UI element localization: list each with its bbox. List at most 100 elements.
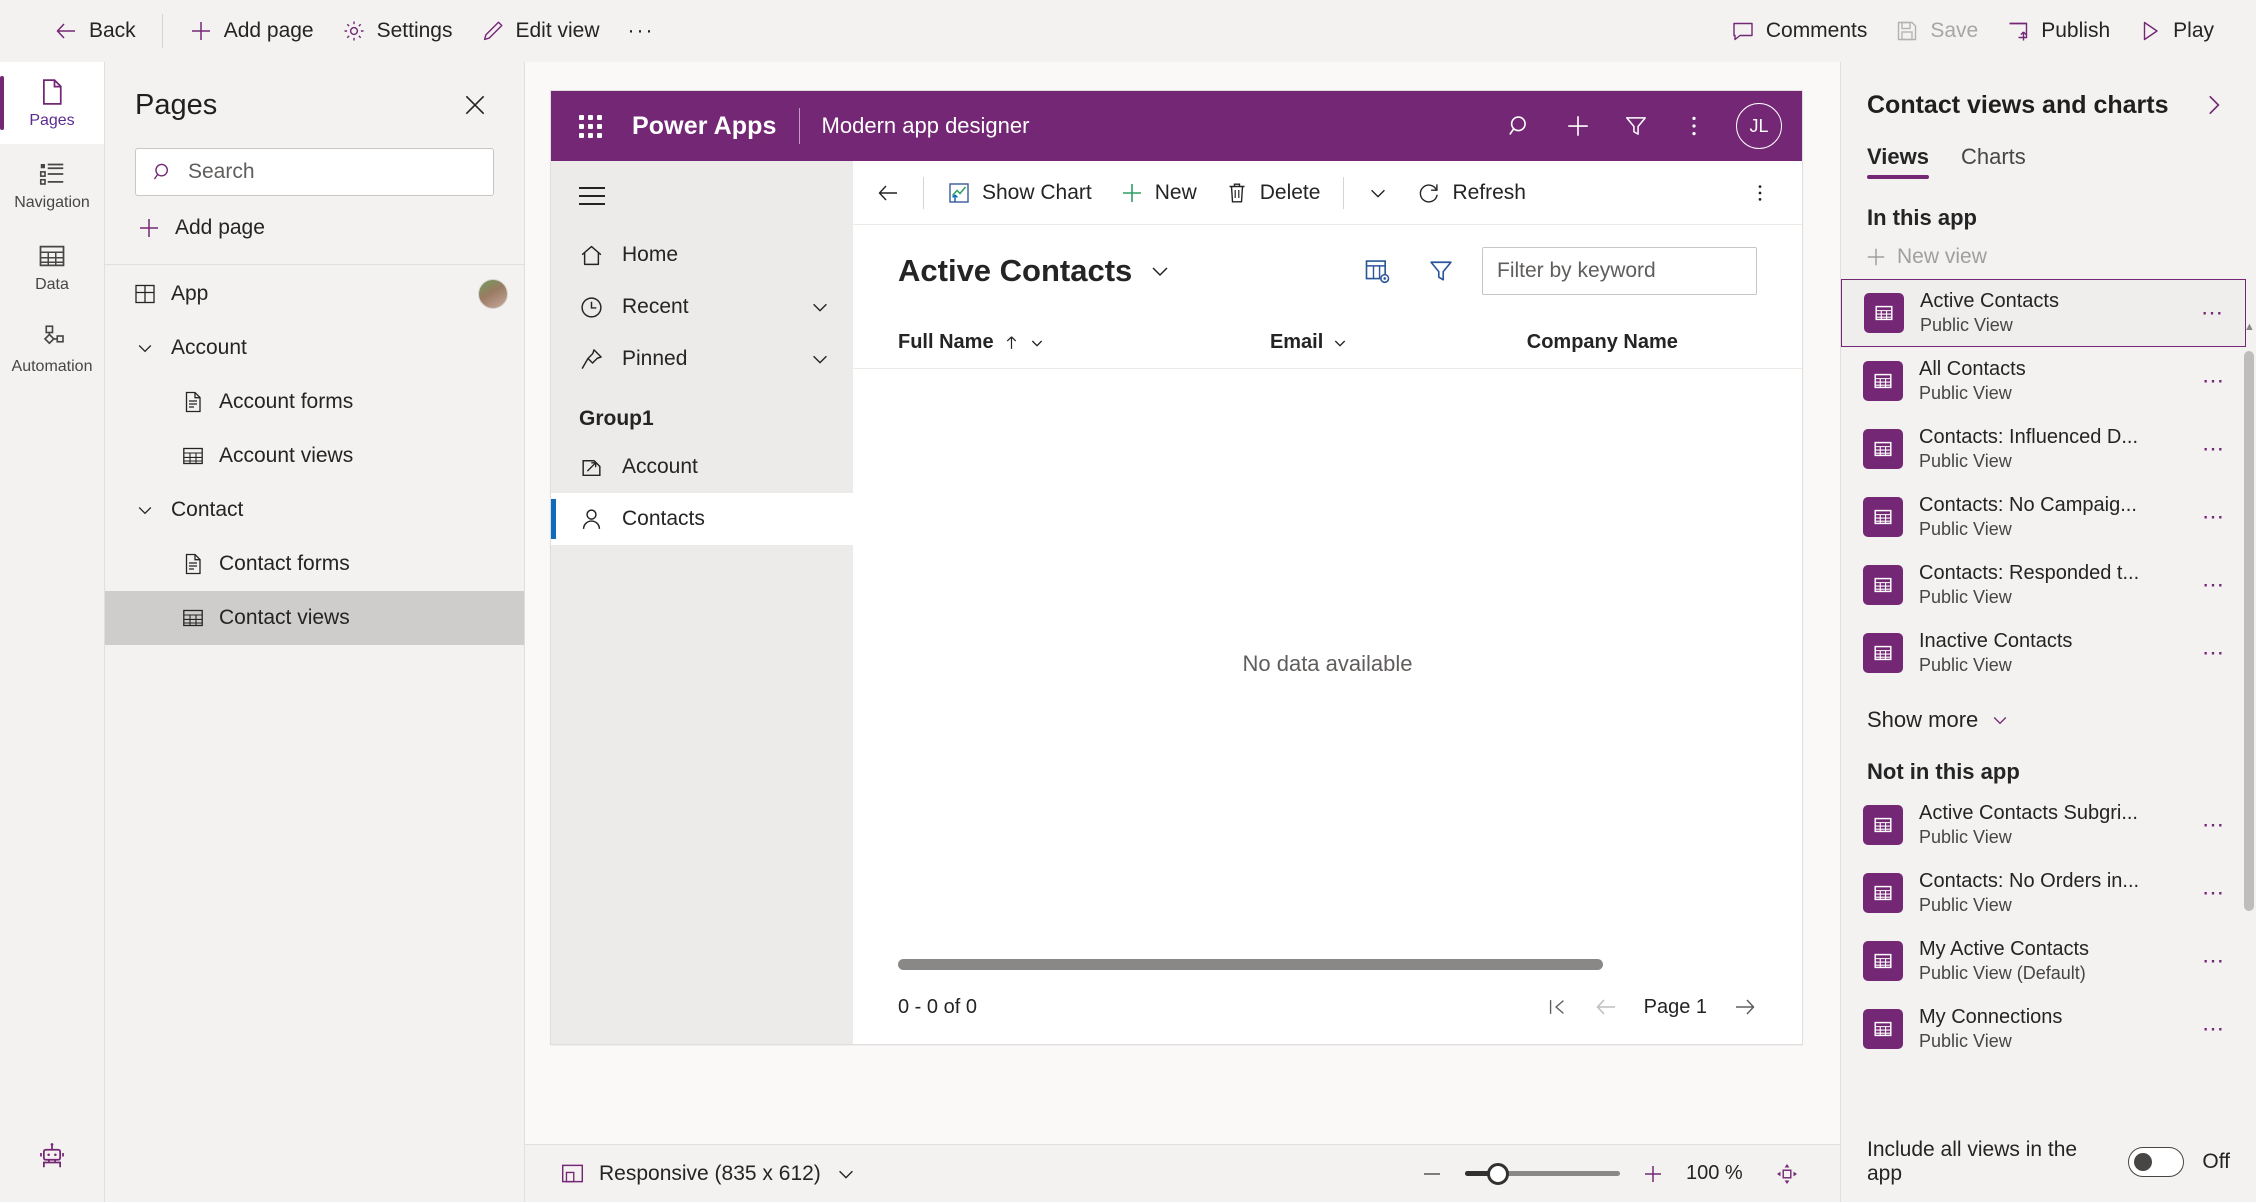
new-view-button[interactable]: New view (1841, 237, 2256, 279)
publish-button[interactable]: Publish (1992, 10, 2124, 52)
refresh-button[interactable]: Refresh (1404, 173, 1539, 213)
nav-item-recent[interactable]: Recent (551, 281, 853, 333)
next-page-icon[interactable] (1733, 995, 1757, 1019)
user-avatar[interactable]: JL (1736, 103, 1782, 149)
first-page-icon[interactable] (1546, 996, 1568, 1018)
column-header-company-name[interactable]: Company Name (1527, 331, 1757, 354)
view-item-more-icon[interactable]: ⋯ (2196, 436, 2232, 462)
tab-charts[interactable]: Charts (1961, 144, 2026, 179)
view-list-item-active-contacts-subgrid[interactable]: Active Contacts Subgri... Public View ⋯ (1841, 791, 2246, 859)
tab-views[interactable]: Views (1867, 144, 1929, 179)
more-commands-button[interactable]: ··· (614, 10, 669, 52)
tree-item-contact-forms[interactable]: Contact forms (105, 537, 524, 591)
view-list-item-active-contacts[interactable]: Active Contacts Public View ⋯ (1841, 279, 2246, 347)
view-list-item-contacts-no-orders[interactable]: Contacts: No Orders in... Public View ⋯ (1841, 859, 2246, 927)
view-list-item-contacts-responded[interactable]: Contacts: Responded t... Public View ⋯ (1841, 551, 2246, 619)
pages-add-page-button[interactable]: Add page (131, 206, 494, 250)
tree-item-app[interactable]: App (105, 267, 524, 321)
view-list-item-all-contacts[interactable]: All Contacts Public View ⋯ (1841, 347, 2246, 415)
view-list-item-my-active-contacts[interactable]: My Active Contacts Public View (Default)… (1841, 927, 2246, 995)
scroll-up-arrow-icon[interactable]: ▲ (2244, 321, 2255, 333)
grid-icon (181, 444, 205, 468)
view-item-more-icon[interactable]: ⋯ (2195, 300, 2231, 326)
filter-keyword-input[interactable] (1497, 259, 1742, 283)
column-header-full-name[interactable]: Full Name (898, 331, 1270, 354)
view-selector-chevron-down-icon[interactable] (1148, 259, 1172, 283)
nav-item-account[interactable]: Account (551, 441, 853, 493)
rail-item-navigation[interactable]: Navigation (0, 144, 104, 226)
grid-back-button[interactable] (863, 173, 913, 213)
view-item-more-icon[interactable]: ⋯ (2196, 640, 2232, 666)
header-more-icon[interactable] (1668, 100, 1720, 152)
comments-button[interactable]: Comments (1717, 10, 1882, 52)
view-list-item-inactive-contacts[interactable]: Inactive Contacts Public View ⋯ (1841, 619, 2246, 687)
tree-item-account-views[interactable]: Account views (105, 429, 524, 483)
show-chart-button[interactable]: Show Chart (934, 173, 1105, 213)
new-button[interactable]: New (1107, 173, 1210, 213)
zoom-slider-knob[interactable] (1487, 1162, 1509, 1185)
close-icon[interactable] (456, 86, 494, 124)
fit-to-screen-icon[interactable] (1774, 1161, 1800, 1187)
pages-search-box[interactable] (135, 148, 494, 196)
rail-item-automation[interactable]: Automation (0, 308, 104, 390)
chevron-right-icon[interactable] (2196, 88, 2230, 122)
header-filter-icon[interactable] (1610, 100, 1662, 152)
settings-button[interactable]: Settings (328, 10, 467, 52)
delete-button[interactable]: Delete (1212, 173, 1334, 213)
command-overflow-chevron[interactable] (1354, 174, 1402, 212)
view-list-item-my-connections[interactable]: My Connections Public View ⋯ (1841, 995, 2246, 1063)
add-page-button[interactable]: Add page (175, 10, 328, 52)
header-plus-icon[interactable] (1552, 100, 1604, 152)
zoom-out-button[interactable] (1417, 1159, 1447, 1189)
view-item-more-icon[interactable]: ⋯ (2196, 368, 2232, 394)
rail-item-pages[interactable]: Pages (0, 62, 104, 144)
edit-columns-icon[interactable] (1354, 248, 1400, 294)
chevron-down-icon (835, 1163, 857, 1185)
avatar (478, 279, 508, 309)
tree-group-account[interactable]: Account (105, 321, 524, 375)
gear-icon (342, 19, 366, 43)
view-item-more-icon[interactable]: ⋯ (2196, 1016, 2232, 1042)
back-button[interactable]: Back (40, 10, 150, 52)
view-list-item-contacts-influenced[interactable]: Contacts: Influenced D... Public View ⋯ (1841, 415, 2246, 483)
powerapps-header-actions: JL (1494, 100, 1782, 152)
edit-filters-icon[interactable] (1418, 248, 1464, 294)
rail-item-data[interactable]: Data (0, 226, 104, 308)
copilot-robot-icon[interactable] (0, 1110, 104, 1202)
tree-item-account-forms[interactable]: Account forms (105, 375, 524, 429)
view-item-more-icon[interactable]: ⋯ (2196, 572, 2232, 598)
scrollbar-thumb[interactable] (2244, 351, 2254, 911)
nav-item-contacts[interactable]: Contacts (551, 493, 853, 545)
column-header-company-name-label: Company Name (1526, 331, 1678, 353)
previous-page-icon[interactable] (1594, 995, 1618, 1019)
tree-item-contact-views[interactable]: Contact views (105, 591, 524, 645)
view-list-item-contacts-no-campaign[interactable]: Contacts: No Campaig... Public View ⋯ (1841, 483, 2246, 551)
zoom-slider[interactable] (1465, 1162, 1620, 1185)
nav-item-pinned[interactable]: Pinned (551, 333, 853, 385)
zoom-in-button[interactable] (1638, 1159, 1668, 1189)
view-item-more-icon[interactable]: ⋯ (2196, 812, 2232, 838)
header-search-icon[interactable] (1494, 100, 1546, 152)
view-item-more-icon[interactable]: ⋯ (2196, 504, 2232, 530)
save-button[interactable]: Save (1881, 10, 1992, 52)
nav-item-home[interactable]: Home (551, 229, 853, 281)
column-header-email[interactable]: Email (1270, 331, 1527, 354)
plus-icon (189, 19, 213, 43)
view-item-more-icon[interactable]: ⋯ (2196, 948, 2232, 974)
waffle-menu-icon[interactable] (575, 111, 606, 142)
pages-panel-title: Pages (135, 88, 218, 121)
responsive-size-selector[interactable]: Responsive (835 x 612) (550, 1155, 867, 1192)
play-button[interactable]: Play (2124, 10, 2228, 52)
include-all-views-toggle[interactable] (2128, 1146, 2185, 1177)
hamburger-menu-icon[interactable] (551, 175, 605, 229)
edit-view-button[interactable]: Edit view (467, 10, 614, 52)
grid-more-commands-button[interactable] (1736, 174, 1784, 212)
show-more-button[interactable]: Show more (1841, 687, 2256, 739)
contact-person-icon (579, 507, 604, 532)
right-panel-scrollbar[interactable]: ▲ (2244, 321, 2255, 1030)
view-item-more-icon[interactable]: ⋯ (2196, 880, 2232, 906)
grid-horizontal-scrollbar[interactable] (898, 959, 1603, 970)
search-input[interactable] (188, 160, 477, 184)
tree-group-contact[interactable]: Contact (105, 483, 524, 537)
filter-keyword-box[interactable] (1482, 247, 1757, 295)
